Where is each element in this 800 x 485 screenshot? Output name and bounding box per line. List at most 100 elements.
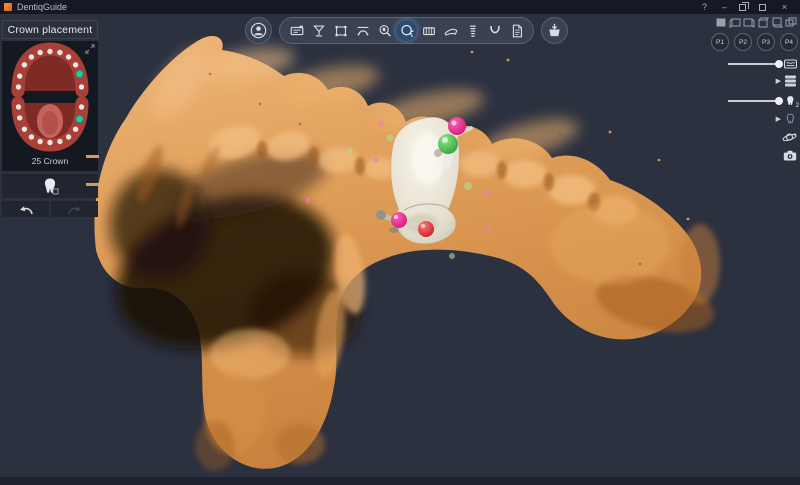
slider-handle[interactable] <box>775 60 783 68</box>
orbit-icon[interactable] <box>782 131 797 144</box>
scan-opacity-slider[interactable] <box>728 63 780 65</box>
workflow-toolbar <box>245 17 568 44</box>
scan-step-button[interactable] <box>286 20 307 41</box>
restore-button[interactable] <box>739 4 750 11</box>
arch-align-step-button[interactable] <box>352 20 373 41</box>
3d-scene[interactable] <box>0 14 800 477</box>
articulator-step-button[interactable] <box>308 20 329 41</box>
teeth-opacity-row: 2 <box>728 95 797 107</box>
articulator-icon <box>311 23 327 39</box>
slider-handle[interactable] <box>775 97 783 105</box>
titlebar: DentiqGuide ? – × <box>0 0 800 14</box>
sphere-highlight <box>421 224 425 228</box>
odontogram[interactable]: 25 Crown <box>2 41 98 171</box>
report-step-button[interactable] <box>506 20 527 41</box>
app-title: DentiqGuide <box>17 2 67 12</box>
green-handle-sphere[interactable] <box>438 134 458 154</box>
export-button[interactable] <box>541 17 568 44</box>
lower-arch <box>16 103 84 145</box>
status-bar <box>0 477 800 485</box>
crown-placement-panel: Crown placement <box>2 20 98 217</box>
slices-icon[interactable] <box>784 75 797 87</box>
chevron-right-icon[interactable]: ▶ <box>776 116 781 123</box>
grey-handle[interactable] <box>376 210 386 220</box>
chevron-right-icon[interactable]: ▶ <box>776 78 781 85</box>
orbit-row <box>782 131 797 144</box>
export-icon <box>546 22 563 39</box>
preset-p1-button[interactable]: P1 <box>711 33 729 51</box>
view-front-button[interactable] <box>715 17 727 28</box>
sphere-highlight <box>452 121 457 126</box>
model-edge-glimpse <box>86 155 99 158</box>
view-controls-panel: P1 P2 P3 P4 ▶ <box>713 17 797 161</box>
tooth-icon <box>40 176 60 196</box>
sphere-highlight <box>442 137 448 143</box>
teeth-count-badge: 2 <box>796 103 799 109</box>
highlighted-tooth-25-upper[interactable] <box>76 70 83 77</box>
dental-arch-icon <box>487 23 503 39</box>
crown-placement-icon <box>399 23 415 39</box>
highlighted-tooth-25-lower[interactable] <box>76 115 83 122</box>
preset-p2-button[interactable]: P2 <box>734 33 752 51</box>
implant-screw-step-button[interactable] <box>462 20 483 41</box>
app-logo-icon <box>4 3 12 11</box>
restore-icon <box>739 4 746 11</box>
surgical-guide-step-button[interactable] <box>440 20 461 41</box>
3d-viewport[interactable]: Crown placement <box>0 14 800 477</box>
scan-model-icon <box>784 59 797 69</box>
view-left-button[interactable] <box>729 17 741 28</box>
jaw-model[interactable] <box>94 35 720 472</box>
arch-align-icon <box>355 23 371 39</box>
red-handle-sphere[interactable] <box>418 221 434 237</box>
close-button[interactable]: × <box>779 2 790 12</box>
view-top-button[interactable] <box>757 17 769 28</box>
crown-placement-step-button[interactable] <box>396 20 417 41</box>
undo-button[interactable] <box>2 201 49 217</box>
undo-arrow-icon <box>18 204 34 215</box>
minimize-button[interactable]: – <box>719 2 730 12</box>
view-right-button[interactable] <box>743 17 755 28</box>
tooth-search-step-button[interactable] <box>374 20 395 41</box>
grey-handle <box>389 227 399 233</box>
scan-opacity-row <box>728 59 797 69</box>
selected-tooth-label: 25 Crown <box>32 153 68 169</box>
tooth-crown-button[interactable] <box>2 174 98 198</box>
dental-arch-step-button[interactable] <box>484 20 505 41</box>
workflow-steps <box>279 17 534 44</box>
panel-title: Crown placement <box>2 20 98 39</box>
dental-chart <box>5 41 95 153</box>
dentiqguide-window: DentiqGuide ? – × <box>0 0 800 485</box>
maximize-icon <box>759 4 766 11</box>
view-orientation-buttons <box>715 17 797 28</box>
slices-row: ▶ <box>776 75 797 87</box>
patient-button[interactable] <box>245 17 272 44</box>
model-transform-step-button[interactable] <box>330 20 351 41</box>
view-bottom-button[interactable] <box>771 17 783 28</box>
preset-p3-button[interactable]: P3 <box>757 33 775 51</box>
surgical-guide-icon <box>443 23 459 39</box>
grey-handle[interactable] <box>411 221 417 227</box>
expand-icon[interactable] <box>85 44 95 54</box>
sleeve-step-button[interactable] <box>418 20 439 41</box>
help-button[interactable]: ? <box>699 2 710 12</box>
upper-arch <box>16 49 84 91</box>
preset-p4-button[interactable]: P4 <box>780 33 798 51</box>
camera-row <box>783 150 797 161</box>
maximize-button[interactable] <box>759 4 770 11</box>
sphere-highlight <box>394 215 398 219</box>
magenta-handle-sphere-top[interactable] <box>448 117 466 135</box>
teeth-opacity-slider[interactable] <box>728 100 780 102</box>
redo-arrow-icon <box>67 204 83 215</box>
tooth-outline-icon[interactable] <box>784 113 797 125</box>
camera-icon[interactable] <box>783 150 797 161</box>
redo-button[interactable] <box>51 201 98 217</box>
magenta-handle-sphere-bottom[interactable] <box>391 212 407 228</box>
tooth-outline-row: ▶ <box>776 113 797 125</box>
report-icon <box>509 23 525 39</box>
patient-icon <box>250 22 267 39</box>
implant-screw-icon <box>465 23 481 39</box>
model-transform-icon <box>333 23 349 39</box>
sleeve-icon <box>421 23 437 39</box>
view-iso-button[interactable] <box>785 17 797 28</box>
preset-buttons: P1 P2 P3 P4 <box>711 33 798 51</box>
